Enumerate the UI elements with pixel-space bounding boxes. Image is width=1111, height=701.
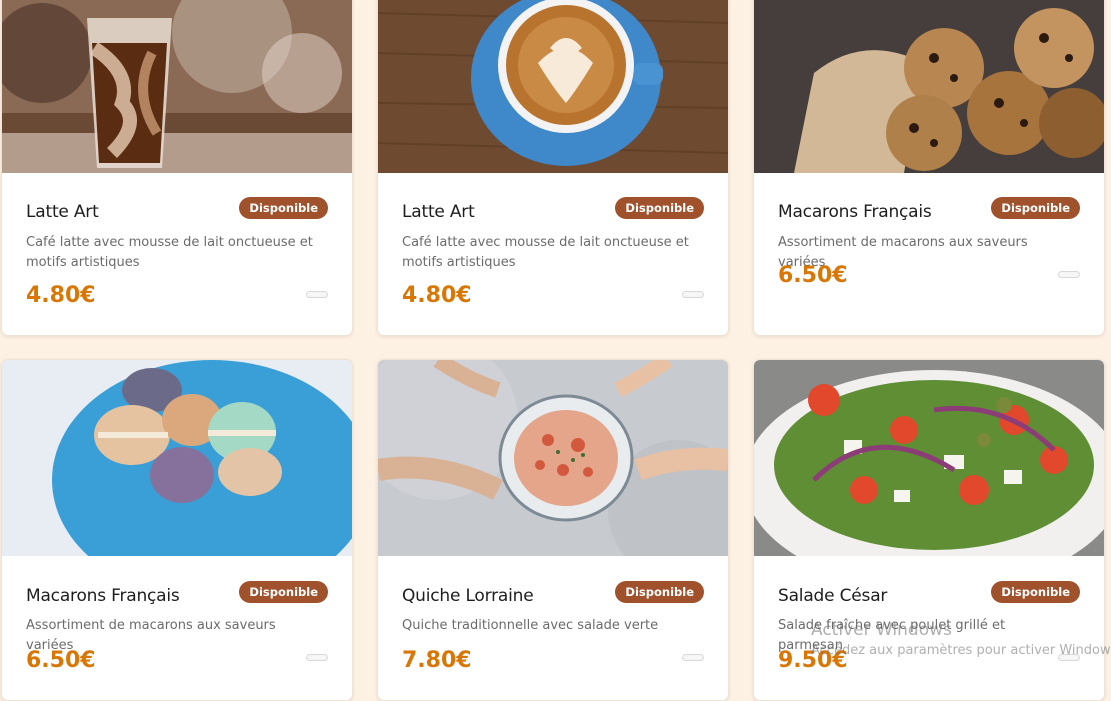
- product-grid: Latte Art Disponible Café latte avec mou…: [0, 0, 1111, 701]
- status-badge: Disponible: [615, 197, 704, 219]
- product-card[interactable]: Macarons Français Disponible Assortiment…: [753, 0, 1105, 336]
- status-badge: Disponible: [239, 581, 328, 603]
- availability-toggle[interactable]: [306, 654, 328, 661]
- availability-toggle[interactable]: [682, 654, 704, 661]
- product-description: Café latte avec mousse de lait onctueuse…: [402, 235, 689, 270]
- product-price: 6.50€: [26, 648, 96, 673]
- product-title: Latte Art: [402, 202, 475, 222]
- product-description: Café latte avec mousse de lait onctueuse…: [26, 235, 313, 270]
- product-card[interactable]: Latte Art Disponible Café latte avec mou…: [1, 0, 353, 336]
- product-card[interactable]: Salade César Disponible Salade fraîche a…: [753, 359, 1105, 701]
- product-card[interactable]: Macarons Français Disponible Assortiment…: [1, 359, 353, 701]
- product-title: Macarons Français: [26, 586, 180, 606]
- availability-toggle[interactable]: [306, 291, 328, 298]
- availability-toggle[interactable]: [1058, 271, 1080, 278]
- product-card[interactable]: Latte Art Disponible Café latte avec mou…: [377, 0, 729, 336]
- product-image-salad: [754, 360, 1104, 556]
- product-image-iced-coffee: [2, 0, 352, 173]
- product-card[interactable]: Quiche Lorraine Disponible Quiche tradit…: [377, 359, 729, 701]
- product-image-macarons: [2, 360, 352, 556]
- product-description: Quiche traditionnelle avec salade verte: [402, 618, 659, 633]
- product-title: Latte Art: [26, 202, 99, 222]
- product-price: 9.50€: [778, 648, 848, 673]
- product-price: 4.80€: [402, 283, 472, 308]
- product-price: 6.50€: [778, 263, 848, 288]
- status-badge: Disponible: [991, 197, 1080, 219]
- product-title: Salade César: [778, 586, 888, 606]
- product-image-latte-art: [378, 0, 728, 173]
- availability-toggle[interactable]: [682, 291, 704, 298]
- product-image-shared-dish: [378, 360, 728, 556]
- status-badge: Disponible: [615, 581, 704, 603]
- product-image-cookies: [754, 0, 1104, 173]
- status-badge: Disponible: [991, 581, 1080, 603]
- product-title: Quiche Lorraine: [402, 586, 534, 606]
- product-price: 7.80€: [402, 648, 472, 673]
- product-price: 4.80€: [26, 283, 96, 308]
- product-title: Macarons Français: [778, 202, 932, 222]
- status-badge: Disponible: [239, 197, 328, 219]
- availability-toggle[interactable]: [1058, 654, 1080, 661]
